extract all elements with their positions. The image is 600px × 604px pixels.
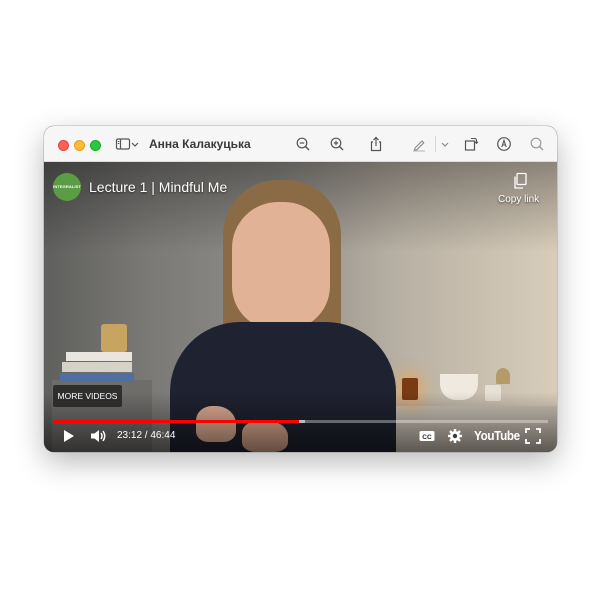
play-icon[interactable] bbox=[62, 428, 76, 444]
video-books bbox=[62, 362, 132, 372]
zoom-out-icon[interactable] bbox=[295, 136, 311, 152]
chevron-down-icon[interactable] bbox=[440, 136, 450, 152]
progress-played bbox=[53, 420, 299, 423]
time-display: 23:12 / 46:44 bbox=[117, 430, 176, 441]
toolbar-separator bbox=[435, 136, 436, 152]
closed-captions-icon[interactable]: CC bbox=[419, 428, 435, 444]
progress-bar[interactable] bbox=[53, 420, 548, 423]
markup-icon[interactable] bbox=[496, 136, 512, 152]
volume-icon[interactable] bbox=[90, 428, 108, 444]
fullscreen-icon[interactable] bbox=[525, 428, 541, 444]
channel-avatar[interactable]: INTEGRALIST bbox=[53, 173, 81, 201]
preview-window: Анна Калакуцька INTEGRALIST Lecture 1 | … bbox=[44, 126, 557, 452]
video-books bbox=[66, 352, 132, 361]
svg-text:CC: CC bbox=[422, 434, 432, 441]
more-videos-button[interactable]: MORE VIDEOS bbox=[53, 385, 122, 407]
minimize-button[interactable] bbox=[74, 140, 85, 151]
window-title: Анна Калакуцька bbox=[149, 137, 251, 151]
rotate-icon[interactable] bbox=[463, 136, 479, 152]
chevron-down-icon[interactable] bbox=[130, 136, 140, 152]
video-person-face bbox=[232, 202, 330, 330]
youtube-logo[interactable]: YouTube bbox=[474, 428, 520, 443]
video-books bbox=[60, 373, 134, 382]
zoom-in-icon[interactable] bbox=[329, 136, 345, 152]
highlight-pen-icon[interactable] bbox=[411, 136, 427, 152]
video-plant bbox=[496, 368, 510, 384]
zoom-button[interactable] bbox=[90, 140, 101, 151]
search-icon[interactable] bbox=[529, 136, 545, 152]
copy-link-icon[interactable] bbox=[512, 172, 528, 190]
video-candle bbox=[101, 324, 127, 352]
settings-gear-icon[interactable] bbox=[447, 428, 463, 444]
title-bar[interactable]: Анна Калакуцька bbox=[44, 126, 557, 162]
video-player[interactable]: INTEGRALIST Lecture 1 | Mindful Me Copy … bbox=[44, 162, 557, 452]
video-title[interactable]: Lecture 1 | Mindful Me bbox=[89, 179, 227, 195]
close-button[interactable] bbox=[58, 140, 69, 151]
copy-link-button[interactable]: Copy link bbox=[498, 194, 539, 205]
share-icon[interactable] bbox=[368, 136, 384, 152]
sidebar-toggle-icon[interactable] bbox=[115, 136, 131, 152]
